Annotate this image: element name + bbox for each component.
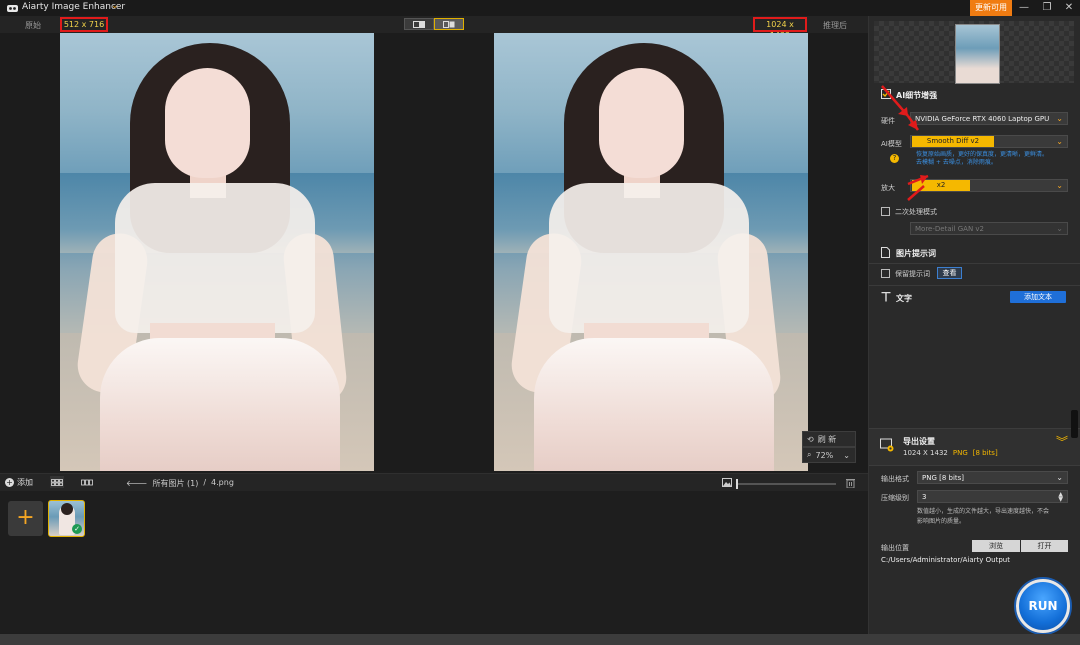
original-resolution: 512 x 716 (60, 17, 108, 32)
refresh-label: 刷 新 (817, 434, 837, 444)
chevron-down-icon: ⌄ (1056, 137, 1063, 146)
compression-stepper[interactable]: 3 ▲ ▼ (917, 490, 1068, 503)
magnifier-icon: ⌕ (807, 450, 812, 459)
add-label: 添加 (17, 478, 33, 487)
image-thumbnail[interactable]: ✓ (48, 500, 85, 537)
app-logo-icon (7, 5, 18, 12)
panel-scrollbar[interactable] (1071, 410, 1078, 438)
strip-view-icon (81, 479, 93, 485)
collapse-chevron-icon[interactable]: ︾ (1056, 436, 1068, 448)
export-summary: 1024 X 1432 PNG [8 bits] (903, 449, 998, 457)
breadcrumb-file: 4.png (211, 478, 234, 487)
zoom-value: 72% (815, 450, 834, 460)
export-section-title: 导出设置 (903, 437, 935, 446)
minimize-button[interactable]: — (1013, 0, 1035, 16)
zoom-dropdown[interactable]: ⌕ 72% ⌄ (802, 447, 856, 463)
view-prompt-button[interactable]: 查看 (937, 267, 962, 279)
output-format-value: PNG [8 bits] (922, 473, 965, 482)
add-text-button[interactable]: 添加文本 (1010, 291, 1066, 303)
compression-label: 压缩级别 (881, 494, 909, 502)
app-window: Aiarty Image Enhancer ⌄ 更新可用 — ❐ ✕ 原始 51… (0, 0, 1080, 645)
original-image (60, 33, 374, 471)
compare-view-button[interactable] (434, 18, 464, 30)
preview-thumbnail (955, 24, 1000, 84)
keep-prompt-label: 保留提示词 (895, 270, 930, 278)
annotation-arrows (881, 85, 929, 201)
text-section-title: 文字 (896, 294, 912, 303)
second-model-select: More-Detail GAN v2 ⌄ (910, 222, 1068, 235)
export-summary-bits: [8 bits] (972, 449, 998, 457)
refresh-button[interactable]: ⟲ 刷 新 (802, 431, 856, 447)
breadcrumb-separator: / (203, 478, 207, 487)
restore-button[interactable]: ❐ (1036, 0, 1058, 16)
slider-handle[interactable] (736, 479, 738, 489)
refresh-icon: ⟲ (807, 434, 814, 444)
open-folder-button[interactable]: 打开 (1021, 540, 1068, 552)
compression-value: 3 (922, 492, 927, 501)
second-model-value: More-Detail GAN v2 (915, 224, 984, 233)
export-summary-resolution: 1024 X 1432 (903, 449, 948, 457)
app-title: Aiarty Image Enhancer (22, 2, 126, 12)
breadcrumb-root[interactable]: 所有图片 (1) (152, 478, 198, 489)
breadcrumb: 🡐 所有图片 (1) / 4.png (126, 478, 234, 489)
plus-circle-icon: + (5, 478, 14, 487)
stepper-arrows-icon[interactable]: ▲ ▼ (1058, 492, 1063, 503)
enhanced-image (494, 33, 808, 471)
chevron-down-icon: ⌄ (1056, 224, 1063, 233)
app-menu-chevron-icon[interactable]: ⌄ (111, 1, 119, 11)
compare-header: 原始 512 x 716 1024 x 1432 推理后 (0, 16, 868, 40)
side-by-side-view-button[interactable] (404, 18, 434, 30)
document-icon (881, 247, 890, 258)
thumbnail-toolbar: + 添加 🡐 所有图片 (1) / 4.png (0, 473, 868, 491)
navigator-preview[interactable] (874, 21, 1074, 84)
status-strip (0, 634, 1080, 645)
prompt-section-title: 图片提示词 (896, 249, 936, 258)
strip-view-button[interactable] (80, 476, 94, 488)
checkmark-icon: ✓ (72, 524, 82, 534)
output-format-select[interactable]: PNG [8 bits] ⌄ (917, 471, 1068, 484)
text-tool-icon (881, 292, 891, 302)
run-button[interactable]: RUN (1016, 579, 1070, 633)
compression-hint: 数值越小，生成的文件越大，导出速度越快，不会 影响图片的质量。 (917, 508, 1050, 525)
add-image-tile[interactable]: + (8, 501, 43, 536)
grid-view-icon (51, 478, 63, 486)
output-format-label: 输出格式 (881, 475, 909, 483)
compare-view-icon (443, 20, 455, 28)
thumbnail-size-slider[interactable] (736, 479, 836, 489)
title-bar: Aiarty Image Enhancer ⌄ 更新可用 — ❐ ✕ (0, 0, 1080, 16)
view-mode-toggle (404, 18, 464, 30)
original-label: 原始 (25, 21, 41, 30)
chevron-down-icon: ⌄ (1056, 473, 1063, 482)
output-path: C:/Users/Administrator/Aiarty Output (881, 556, 1010, 564)
enhanced-resolution: 1024 x 1432 (753, 17, 807, 40)
trash-icon[interactable] (846, 478, 855, 488)
after-label: 推理后 (823, 21, 847, 30)
back-arrow-icon[interactable]: 🡐 (126, 478, 147, 489)
thumbnail-area: + ✓ (0, 491, 868, 633)
chevron-down-icon: ⌄ (1056, 114, 1063, 123)
image-size-icon (722, 478, 732, 487)
update-available-button[interactable]: 更新可用 (970, 0, 1012, 16)
compare-canvas[interactable]: ⟲ 刷 新 ⌕ 72% ⌄ (0, 33, 868, 471)
zoom-caret-icon: ⌄ (843, 450, 850, 460)
output-location-label: 输出位置 (881, 544, 909, 552)
close-button[interactable]: ✕ (1058, 0, 1080, 16)
chevron-down-icon: ⌄ (1056, 181, 1063, 190)
add-image-button[interactable]: + 添加 (5, 477, 33, 488)
browse-button[interactable]: 浏览 (972, 540, 1020, 552)
grid-view-button[interactable] (50, 476, 64, 488)
export-settings-icon (880, 438, 894, 452)
export-summary-format: PNG (952, 449, 968, 457)
keep-prompt-checkbox[interactable] (881, 269, 890, 278)
split-view-icon (413, 20, 425, 28)
export-section-header[interactable]: 导出设置 1024 X 1432 PNG [8 bits] ︾ (869, 428, 1080, 466)
